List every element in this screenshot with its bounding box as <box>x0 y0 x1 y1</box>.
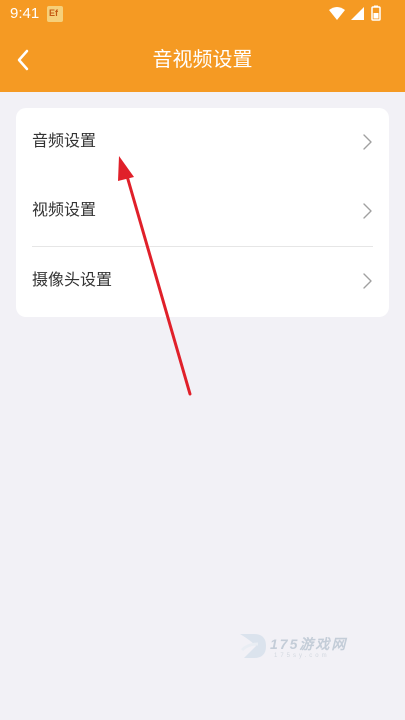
notification-app-icon-text: Ef <box>49 8 58 18</box>
wifi-icon <box>329 7 345 20</box>
settings-card: 音频设置 视频设置 摄像头设置 <box>16 108 389 317</box>
watermark: 175游戏网 175sy.com <box>232 628 362 666</box>
watermark-text: 175游戏网 <box>270 636 348 652</box>
watermark-logo-icon <box>240 634 266 658</box>
battery-icon <box>371 5 381 21</box>
menu-item-audio-settings[interactable]: 音频设置 <box>16 108 389 177</box>
menu-item-camera-settings[interactable]: 摄像头设置 <box>16 247 389 316</box>
watermark-subtext: 175sy.com <box>274 653 330 659</box>
menu-item-video-settings[interactable]: 视频设置 <box>16 177 389 246</box>
status-time: 9:41 <box>10 5 40 22</box>
header-bar: 音视频设置 <box>0 28 405 92</box>
status-bar: 9:41 Ef <box>0 0 405 28</box>
page-title: 音视频设置 <box>152 49 253 71</box>
menu-item-label: 摄像头设置 <box>32 272 113 289</box>
menu-item-label: 视频设置 <box>32 202 97 219</box>
chevron-right-icon <box>363 134 372 150</box>
chevron-right-icon <box>363 273 372 289</box>
menu-item-label: 音频设置 <box>32 133 97 150</box>
signal-icon <box>351 7 364 20</box>
notification-app-icon: Ef <box>47 6 63 22</box>
status-icons <box>327 5 389 23</box>
chevron-right-icon <box>363 203 372 219</box>
